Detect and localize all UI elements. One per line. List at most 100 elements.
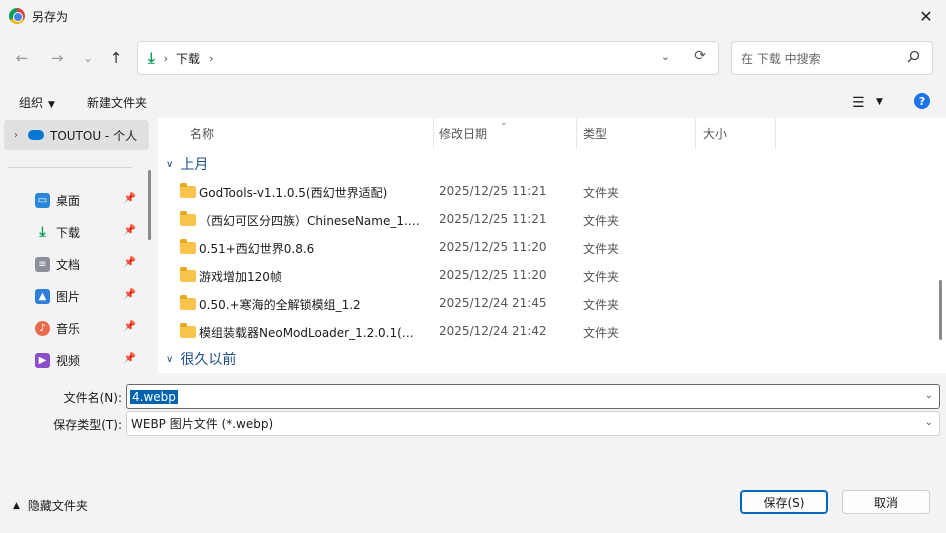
pin-icon[interactable]: 📌 — [124, 225, 136, 236]
folder-icon — [180, 267, 196, 282]
sidebar-item-label: 下载 — [56, 225, 81, 240]
refresh-icon[interactable]: ⟳ — [694, 48, 706, 64]
command-toolbar: 组织 ▼ 新建文件夹 ☰ ▼ ? — [0, 88, 946, 116]
caret-down-icon: ▼ — [48, 100, 55, 110]
sidebar-scrollbar[interactable] — [148, 170, 151, 240]
breadcrumb-separator-icon[interactable]: › — [164, 52, 168, 65]
sidebar-item-onedrive[interactable]: › TOUTOU - 个人 — [4, 120, 149, 150]
window-title: 另存为 — [32, 9, 69, 24]
group-header-long-ago[interactable]: ∨ 很久以前 — [166, 348, 236, 370]
hide-folders-toggle[interactable]: ▲ 隐藏文件夹 — [13, 497, 88, 514]
filetype-value: WEBP 图片文件 (*.webp) — [131, 417, 274, 431]
file-name: 模组装载器NeoModLoader_1.2.0.1(适... — [199, 326, 421, 340]
column-header-name[interactable]: 名称 — [190, 118, 430, 148]
back-arrow-icon[interactable]: ← — [10, 46, 34, 70]
table-row[interactable]: 0.51+西幻世界0.8.6 2025/12/25 11:20 文件夹 — [158, 234, 938, 262]
caret-down-icon[interactable]: ▼ — [876, 97, 883, 107]
breadcrumb-downloads[interactable]: 下载 — [176, 50, 200, 67]
file-type: 文件夹 — [583, 242, 620, 256]
file-name: 0.50.+寒海的全解锁模组_1.2 — [199, 298, 361, 312]
filename-label: 文件名(N): — [63, 391, 122, 405]
address-history-chevron-icon[interactable]: ⌄ — [661, 50, 670, 63]
title-bar: 另存为 ✕ — [0, 0, 946, 32]
file-list-scrollbar[interactable] — [939, 280, 942, 340]
file-date: 2025/12/24 21:42 — [439, 324, 547, 338]
organize-menu-button[interactable]: 组织 ▼ — [19, 94, 55, 111]
file-type: 文件夹 — [583, 214, 620, 228]
search-icon[interactable] — [907, 50, 920, 63]
column-header-type[interactable]: 类型 — [583, 118, 693, 148]
table-row[interactable]: GodTools-v1.1.0.5(西幻世界适配) 2025/12/25 11:… — [158, 178, 938, 206]
sidebar-item-desktop[interactable]: ▭ 桌面 📌 — [0, 186, 148, 214]
address-bar[interactable]: ⤓ › 下载 › ⌄ ⟳ — [137, 41, 719, 75]
new-folder-button[interactable]: 新建文件夹 — [87, 94, 147, 111]
cloud-icon — [28, 130, 44, 140]
search-placeholder: 在 下载 中搜索 — [741, 51, 821, 66]
table-row[interactable]: 游戏增加120帧 2025/12/25 11:20 文件夹 — [158, 262, 938, 290]
file-name: （西幻可区分四族）ChineseName_1.5.... — [199, 214, 421, 228]
sidebar-item-pictures[interactable]: ▲ 图片 📌 — [0, 282, 148, 310]
column-divider[interactable] — [576, 118, 577, 148]
chevron-down-icon: ∨ — [166, 158, 174, 170]
file-date: 2025/12/24 21:45 — [439, 296, 547, 310]
column-header-date[interactable]: 修改日期 — [439, 118, 574, 148]
filename-value[interactable]: 4.webp — [130, 389, 178, 404]
chevron-up-icon: ▲ — [13, 500, 20, 511]
column-divider[interactable] — [433, 118, 434, 148]
column-divider[interactable] — [775, 118, 776, 148]
view-options-icon[interactable]: ☰ — [852, 95, 865, 111]
sidebar-item-label: 文档 — [56, 257, 81, 272]
folder-icon — [180, 239, 196, 254]
filetype-label: 保存类型(T): — [53, 418, 122, 432]
sidebar-item-label: 图片 — [56, 289, 81, 304]
organize-label: 组织 — [19, 96, 44, 110]
folder-icon — [180, 323, 196, 338]
picture-icon: ▲ — [35, 288, 50, 304]
file-type: 文件夹 — [583, 186, 620, 200]
file-date: 2025/12/25 11:21 — [439, 184, 547, 198]
file-date: 2025/12/25 11:20 — [439, 240, 547, 254]
breadcrumb-separator-icon[interactable]: › — [209, 52, 213, 65]
file-date: 2025/12/25 11:21 — [439, 212, 547, 226]
pin-icon[interactable]: 📌 — [124, 193, 136, 204]
cancel-button[interactable]: 取消 — [842, 490, 930, 514]
chevron-right-icon[interactable]: › — [14, 130, 18, 141]
column-divider[interactable] — [695, 118, 696, 148]
sidebar-item-videos[interactable]: ▶ 视频 📌 — [0, 346, 148, 373]
search-input[interactable]: 在 下载 中搜索 — [731, 41, 933, 75]
filename-input[interactable]: 4.webp ⌄ — [126, 384, 940, 409]
recent-locations-chevron-icon[interactable]: ⌄ — [76, 46, 100, 70]
chevron-down-icon[interactable]: ⌄ — [925, 390, 933, 401]
group-header-last-month[interactable]: ∨ 上月 — [166, 153, 208, 175]
filetype-select[interactable]: WEBP 图片文件 (*.webp) ⌄ — [126, 411, 940, 436]
pin-icon[interactable]: 📌 — [124, 289, 136, 300]
download-icon: ⤓ — [39, 224, 46, 240]
chevron-down-icon[interactable]: ⌄ — [925, 417, 933, 428]
table-row[interactable]: （西幻可区分四族）ChineseName_1.5.... 2025/12/25 … — [158, 206, 938, 234]
file-name: 0.51+西幻世界0.8.6 — [199, 242, 315, 256]
file-name: 游戏增加120帧 — [199, 270, 282, 284]
file-type: 文件夹 — [583, 270, 620, 284]
up-arrow-icon[interactable]: ↑ — [104, 46, 128, 70]
close-button[interactable]: ✕ — [906, 0, 946, 32]
save-button[interactable]: 保存(S) — [740, 490, 828, 514]
sidebar-item-documents[interactable]: ≡ 文档 📌 — [0, 250, 148, 278]
sidebar-item-music[interactable]: ♪ 音乐 📌 — [0, 314, 148, 342]
sidebar-item-downloads[interactable]: ⤓ 下载 📌 — [0, 218, 148, 246]
pin-icon[interactable]: 📌 — [124, 257, 136, 268]
folder-icon — [180, 211, 196, 226]
column-header-size[interactable]: 大小 — [703, 118, 773, 148]
pin-icon[interactable]: 📌 — [124, 321, 136, 332]
download-folder-icon: ⤓ — [148, 49, 155, 67]
table-row[interactable]: 0.50.+寒海的全解锁模组_1.2 2025/12/24 21:45 文件夹 — [158, 290, 938, 318]
file-list: 名称 ⌄ 修改日期 类型 大小 ∨ 上月 GodTools-v1.1.0.5(西… — [158, 118, 946, 373]
pin-icon[interactable]: 📌 — [124, 353, 136, 364]
forward-arrow-icon[interactable]: → — [45, 46, 69, 70]
hide-folders-label: 隐藏文件夹 — [27, 499, 88, 513]
file-type: 文件夹 — [583, 298, 620, 312]
help-icon[interactable]: ? — [914, 93, 930, 109]
sidebar-item-label: TOUTOU - 个人 — [50, 128, 138, 143]
save-form: 文件名(N): 4.webp ⌄ 保存类型(T): WEBP 图片文件 (*.w… — [0, 374, 946, 533]
table-row[interactable]: 模组装载器NeoModLoader_1.2.0.1(适... 2025/12/2… — [158, 318, 938, 346]
file-name: GodTools-v1.1.0.5(西幻世界适配) — [199, 186, 388, 200]
